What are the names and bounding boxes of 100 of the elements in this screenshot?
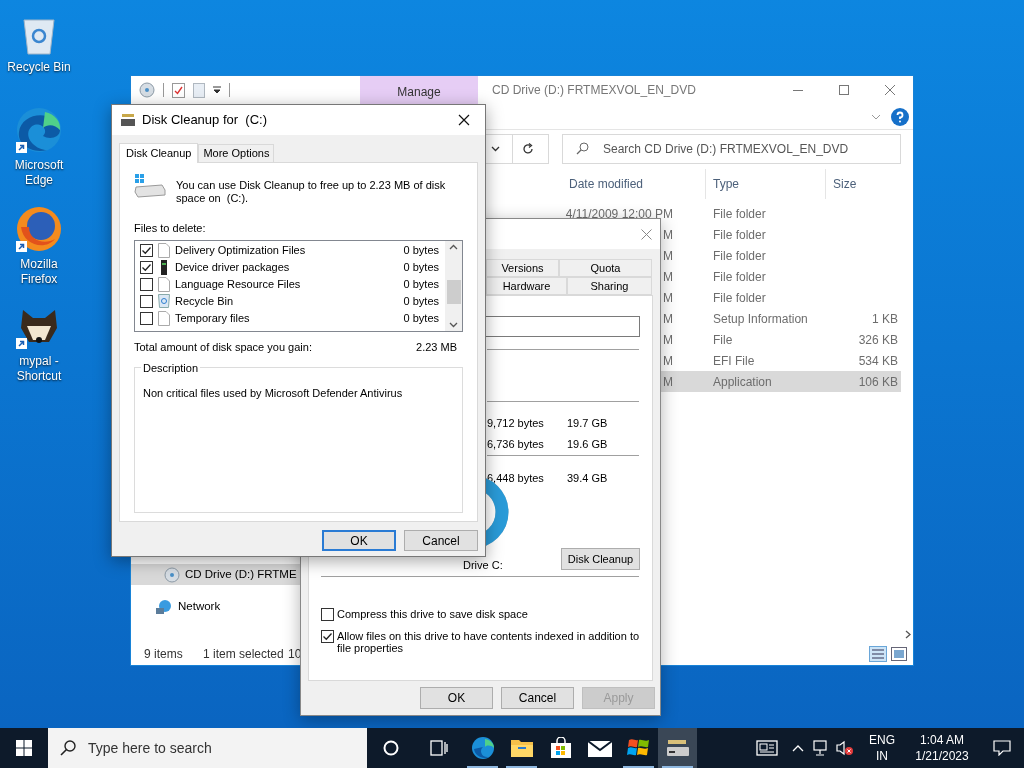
search-box[interactable]: Search CD Drive (D:) FRTMEXVOL_EN_DVD [562, 133, 901, 164]
column-header[interactable]: Type [706, 169, 826, 199]
type-cell-text: File folder [712, 226, 767, 244]
chevron-down-icon[interactable] [491, 145, 500, 152]
details-view-icon[interactable] [869, 646, 887, 662]
dialog-button[interactable]: OK [420, 687, 493, 709]
bytes-value: 6,736 bytes [487, 437, 544, 452]
dialog-button[interactable]: OK [322, 530, 396, 551]
document-icon [158, 310, 170, 326]
firefox-icon [15, 205, 63, 253]
properties-check-icon[interactable] [172, 82, 185, 98]
date-cell-text: M [663, 352, 673, 370]
file-name: Recycle Bin [175, 293, 235, 309]
news-icon[interactable] [756, 740, 778, 756]
type-cell-text: File folder [712, 289, 767, 307]
total-value: 2.23 MB [416, 339, 457, 355]
network-globe-icon [155, 598, 173, 615]
file-row[interactable]: 4/11/2009 12:00 PM File folder [563, 203, 901, 224]
tab[interactable]: Hardware [486, 277, 567, 295]
file-row[interactable]: Recycle Bin 0 bytes [135, 292, 445, 310]
file-row[interactable]: Temporary files 0 bytes [135, 309, 445, 327]
language-indicator[interactable]: IN [876, 748, 888, 764]
dropdown-icon[interactable] [213, 86, 221, 94]
search-field[interactable]: Search CD Drive (D:) FRTMEXVOL_EN_DVD [603, 139, 900, 158]
checkbox[interactable] [140, 277, 153, 291]
intro-text: You can use Disk Cleanup to free up to 2.23 MB of disk space on (C:). [176, 178, 447, 205]
disk-cleanup-icon [120, 113, 136, 127]
column-header[interactable]: Size [826, 169, 906, 199]
close-icon [885, 85, 895, 95]
type-cell-text: File folder [712, 268, 767, 286]
checkbox[interactable] [140, 243, 153, 257]
tab[interactable]: More Options [198, 144, 275, 162]
scroll-down-icon [449, 321, 458, 328]
checkbox[interactable] [140, 260, 153, 274]
help-icon[interactable] [891, 107, 909, 126]
checkbox[interactable] [140, 294, 153, 308]
network-icon[interactable] [812, 740, 830, 756]
window-title: CD Drive (D:) FRTMEXVOL_EN_DVD [491, 82, 697, 99]
clock-date[interactable]: 1/21/2023 [915, 748, 969, 764]
dialog-button[interactable]: Cancel [501, 687, 574, 709]
files-label: Files to delete: [134, 221, 207, 236]
taskbar-app-button[interactable] [658, 728, 697, 768]
date-cell-text: M [663, 247, 673, 265]
disk-cleanup-button[interactable]: Disk Cleanup [561, 548, 640, 570]
checkbox[interactable] [321, 630, 334, 643]
folder-icon [509, 738, 534, 758]
size-cell-text: 106 KB [857, 373, 899, 391]
file-size: 0 bytes [403, 293, 439, 309]
date-cell-text: M [663, 268, 673, 286]
scroll-right-icon[interactable] [905, 629, 911, 639]
muted-speaker-icon[interactable] [836, 740, 854, 756]
tiles-view-icon[interactable] [891, 647, 907, 661]
size-cell-text: 534 KB [857, 352, 899, 370]
size-cell-text: 1 KB [871, 310, 899, 328]
desktop-icon-label[interactable]: mypal - Shortcut [4, 354, 74, 384]
desktop-icon-label[interactable]: Recycle Bin [4, 60, 74, 75]
chevron-up-icon[interactable] [792, 744, 804, 752]
tab[interactable]: Versions [486, 259, 559, 277]
checkbox-label: Compress this drive to save disk space [337, 608, 528, 620]
search-icon [576, 142, 589, 155]
envelope-icon [587, 739, 612, 757]
file-name: Device driver packages [175, 259, 291, 275]
nav-item[interactable]: Network [131, 596, 303, 617]
window-title: Disk Cleanup for (C:) [142, 111, 267, 130]
search-icon [60, 740, 76, 756]
speech-bubble-icon [993, 740, 1011, 756]
shortcut-arrow-icon [16, 338, 27, 349]
desktop-icon-label[interactable]: Mozilla Firefox [4, 257, 74, 287]
language-indicator[interactable]: ENG [869, 732, 895, 748]
dialog-button[interactable]: Cancel [404, 530, 478, 551]
file-row[interactable]: Delivery Optimization Files 0 bytes [135, 241, 445, 259]
clock-time[interactable]: 1:04 AM [920, 732, 964, 748]
file-name: Delivery Optimization Files [175, 242, 307, 258]
cd-drive-icon [164, 566, 180, 583]
file-row[interactable]: Language Resource Files 0 bytes [135, 275, 445, 293]
taskbar-search-box[interactable]: Type here to search [48, 728, 367, 768]
circle-icon [383, 740, 399, 756]
manage-tab[interactable]: Manage [360, 76, 478, 104]
file-size: 0 bytes [403, 276, 439, 292]
date-cell-text: M [663, 373, 673, 391]
tab[interactable]: Disk Cleanup [119, 143, 199, 163]
checkbox[interactable] [321, 608, 334, 621]
tab[interactable]: Sharing [567, 277, 652, 295]
maximize-icon [839, 85, 849, 95]
scroll-thumb[interactable] [446, 279, 461, 304]
hard-drive-icon [134, 173, 166, 199]
nav-item[interactable]: CD Drive (D:) FRTME [131, 564, 303, 585]
column-header[interactable]: Date modified [563, 169, 706, 199]
device-icon [160, 259, 168, 275]
file-row[interactable]: Device driver packages 0 bytes [135, 258, 445, 276]
tab[interactable]: Quota [559, 259, 652, 277]
edge-icon [15, 106, 63, 154]
refresh-icon [522, 142, 534, 155]
close-icon[interactable] [641, 229, 652, 240]
type-cell-text: Application [712, 373, 773, 391]
scrollbar[interactable] [445, 240, 462, 331]
file-size: 0 bytes [403, 242, 439, 258]
desktop-icon-label[interactable]: Microsoft Edge [4, 158, 74, 188]
checkbox[interactable] [140, 311, 153, 325]
taskbar-search-field[interactable]: Type here to search [88, 737, 367, 759]
